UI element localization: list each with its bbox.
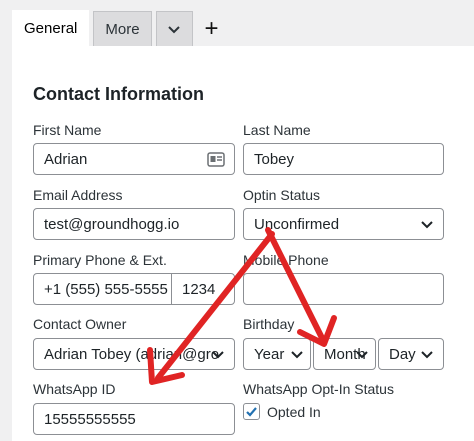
whatsapp-id-value: 15555555555 (44, 410, 136, 428)
opted-in-label: Opted In (267, 404, 321, 420)
primary-phone-value: +1 (555) 555-5555 (44, 280, 168, 298)
plus-icon: + (204, 14, 219, 42)
birthday-label: Birthday (243, 316, 295, 332)
whatsapp-id-label: WhatsApp ID (33, 381, 116, 397)
chevron-down-icon (212, 351, 224, 359)
tab-more[interactable]: More (93, 11, 152, 46)
first-name-value: Adrian (44, 150, 88, 168)
contact-owner-label: Contact Owner (33, 316, 127, 332)
tab-dropdown[interactable] (155, 11, 193, 46)
chevron-down-icon (168, 26, 180, 34)
contact-info-panel: Contact Information First Name Adrian La… (12, 46, 474, 441)
email-label: Email Address (33, 187, 123, 203)
chevron-down-icon (421, 221, 433, 229)
chevron-down-icon (291, 351, 303, 359)
last-name-label: Last Name (243, 122, 311, 138)
add-tab-button[interactable]: + (197, 11, 227, 46)
birthday-day-value: Day (389, 345, 416, 363)
chevron-down-icon (356, 351, 368, 359)
birthday-month-select[interactable]: Month (313, 338, 376, 370)
whatsapp-id-input[interactable]: 15555555555 (33, 403, 235, 435)
email-value: test@groundhogg.io (44, 215, 180, 233)
optin-status-select[interactable]: Unconfirmed (243, 208, 444, 240)
birthday-year-select[interactable]: Year (243, 338, 311, 370)
mobile-phone-input[interactable] (243, 273, 444, 305)
whatsapp-optin-checkbox[interactable] (243, 403, 260, 420)
section-title: Contact Information (33, 84, 204, 104)
birthday-day-select[interactable]: Day (378, 338, 444, 370)
contact-owner-value: Adrian Tobey (adrian@gro (44, 345, 220, 363)
contact-card-icon (207, 152, 225, 167)
contact-owner-select[interactable]: Adrian Tobey (adrian@gro (33, 338, 235, 370)
optin-status-value: Unconfirmed (254, 215, 340, 233)
primary-phone-label: Primary Phone & Ext. (33, 252, 167, 268)
mobile-phone-label: Mobile Phone (243, 252, 329, 268)
phone-ext-value: 1234 (182, 280, 216, 298)
optin-status-label: Optin Status (243, 187, 321, 203)
birthday-year-value: Year (254, 345, 285, 363)
primary-phone-input[interactable]: +1 (555) 555-5555 (33, 273, 172, 305)
first-name-input[interactable]: Adrian (33, 143, 235, 175)
last-name-value: Tobey (254, 150, 295, 168)
last-name-input[interactable]: Tobey (243, 143, 444, 175)
phone-ext-input[interactable]: 1234 (171, 273, 235, 305)
email-input[interactable]: test@groundhogg.io (33, 208, 235, 240)
tab-bar: General More + (12, 10, 227, 46)
tab-general[interactable]: General (12, 10, 90, 46)
first-name-label: First Name (33, 122, 102, 138)
checkmark-icon (246, 407, 257, 417)
chevron-down-icon (421, 351, 433, 359)
whatsapp-optin-label: WhatsApp Opt-In Status (243, 381, 394, 397)
